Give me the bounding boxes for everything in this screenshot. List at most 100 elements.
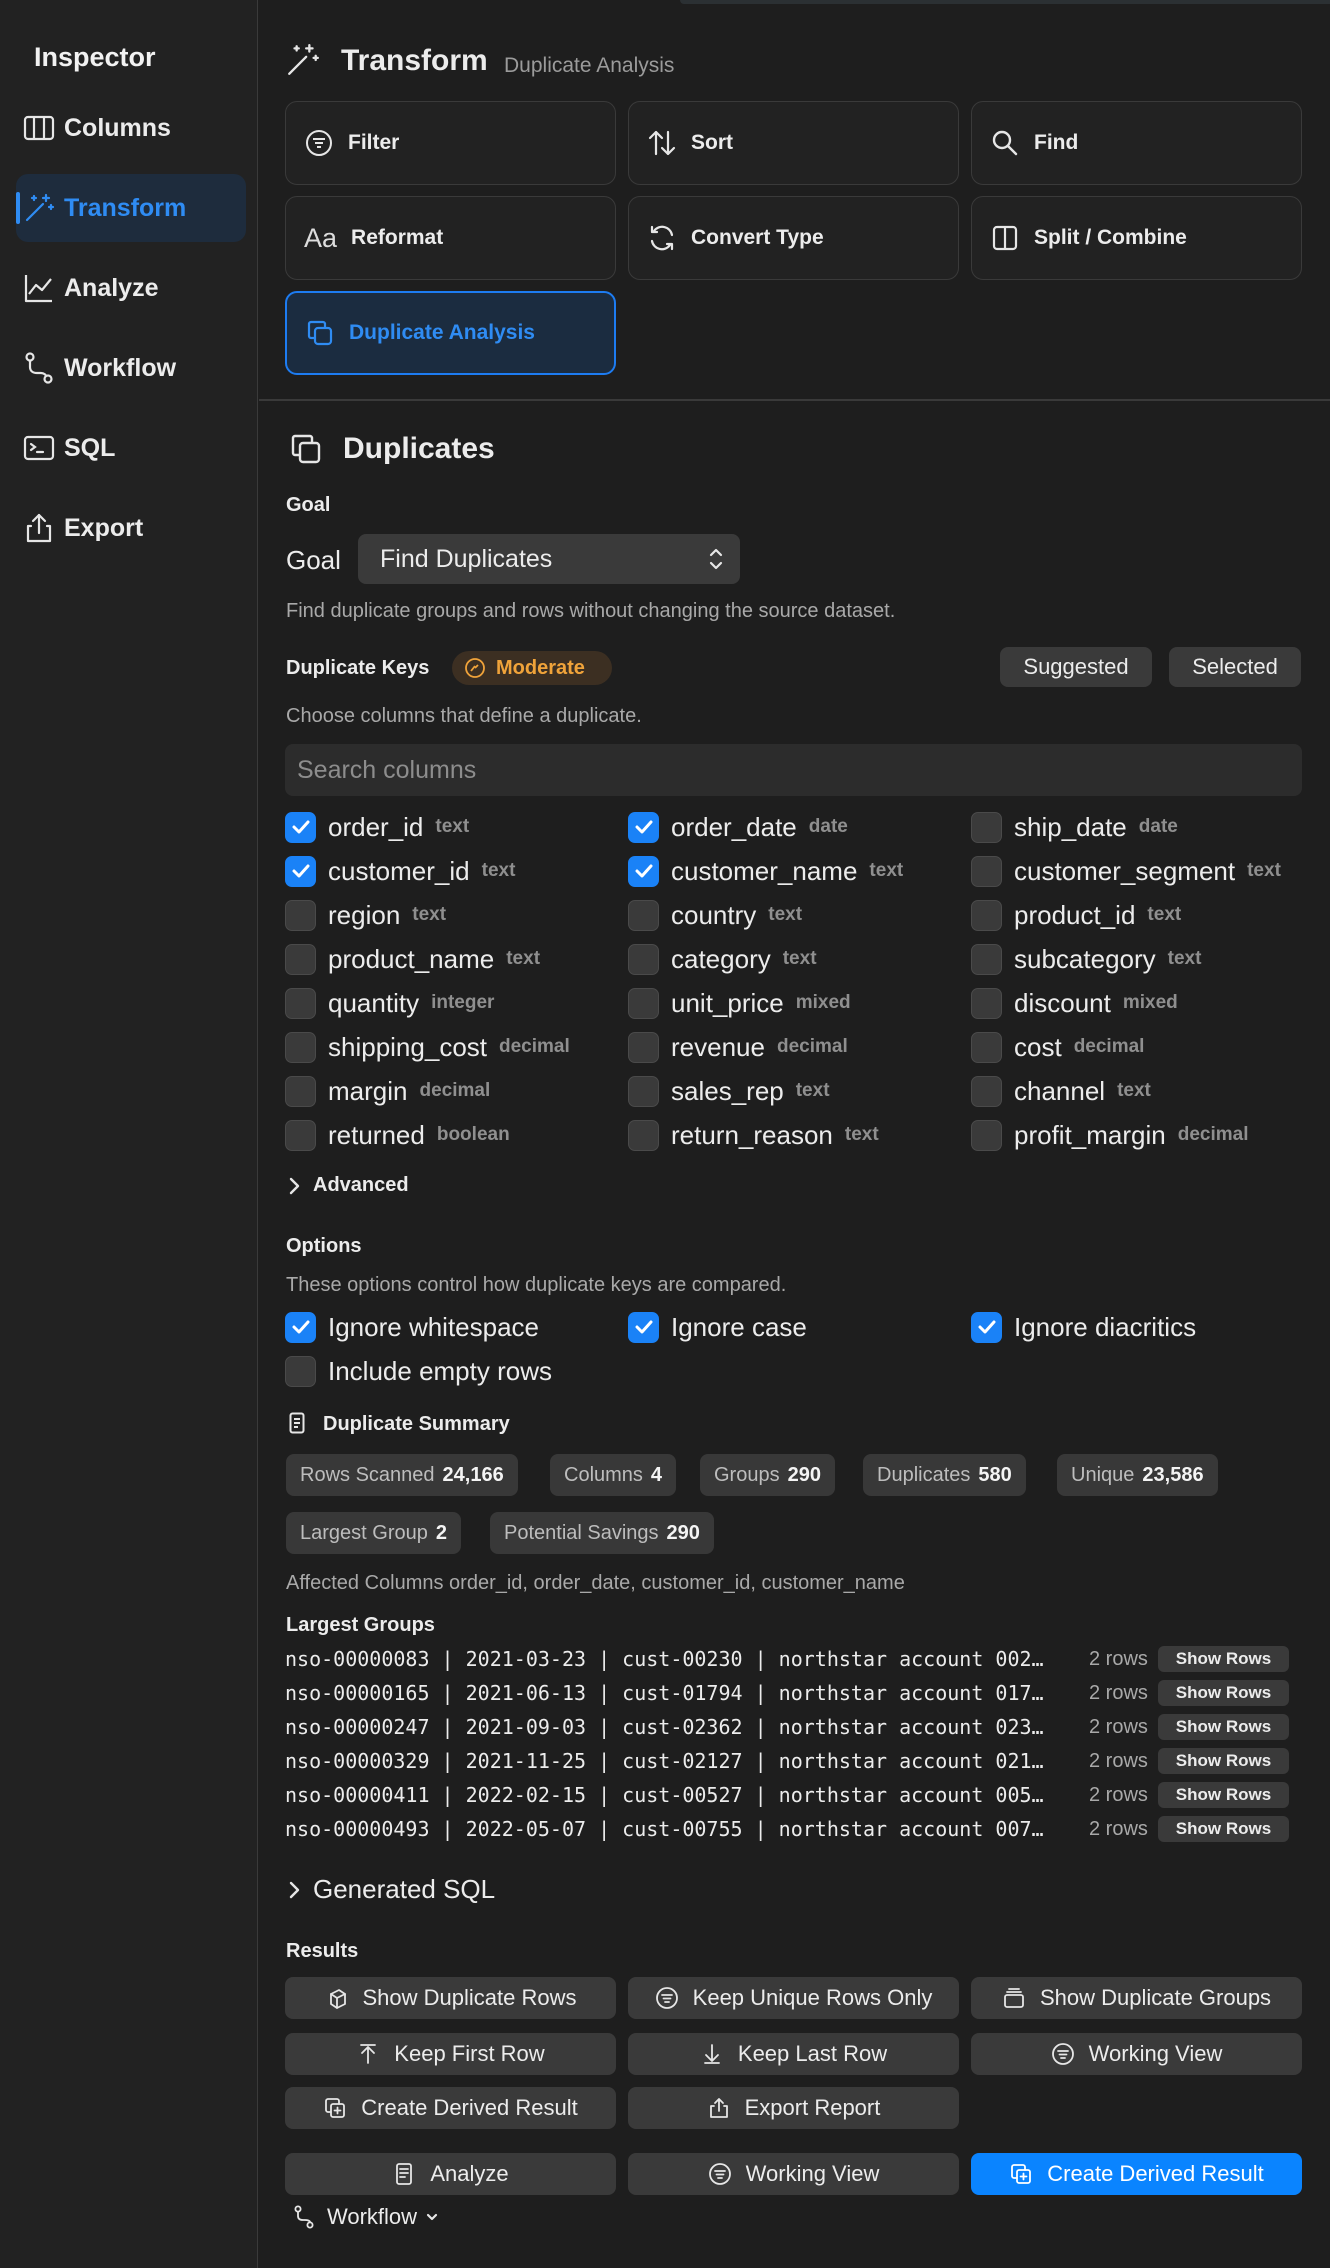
show-rows-button[interactable]: Show Rows <box>1158 1646 1289 1672</box>
column-checkbox-order-id[interactable]: order_id text <box>285 810 469 844</box>
goal-select[interactable]: Find Duplicates <box>358 534 740 584</box>
column-checkbox-unit-price[interactable]: unit_price mixed <box>628 986 851 1020</box>
stat-key: Duplicates <box>877 1463 971 1486</box>
column-checkbox-customer-segment[interactable]: customer_segment text <box>971 854 1281 888</box>
checkbox[interactable] <box>628 1311 659 1343</box>
checkbox[interactable] <box>971 855 1002 887</box>
checkbox[interactable] <box>971 899 1002 931</box>
column-checkbox-return-reason[interactable]: return_reason text <box>628 1118 879 1152</box>
stat-value: 580 <box>978 1463 1012 1486</box>
column-checkbox-customer-name[interactable]: customer_name text <box>628 854 903 888</box>
option-checkbox-include-empty-rows[interactable]: Include empty rows <box>285 1354 552 1388</box>
sidebar-item-analyze[interactable]: Analyze <box>16 254 246 322</box>
column-checkbox-ship-date[interactable]: ship_date date <box>971 810 1178 844</box>
duplicate-analysis-button[interactable]: Duplicate Analysis <box>285 291 616 375</box>
checkbox[interactable] <box>285 811 316 843</box>
checkbox[interactable] <box>285 943 316 975</box>
column-checkbox-revenue[interactable]: revenue decimal <box>628 1030 848 1064</box>
checkbox[interactable] <box>285 987 316 1019</box>
checkbox[interactable] <box>285 899 316 931</box>
option-checkbox-ignore-case[interactable]: Ignore case <box>628 1310 807 1344</box>
checkbox[interactable] <box>971 1075 1002 1107</box>
column-checkbox-region[interactable]: region text <box>285 898 446 932</box>
column-checkbox-sales-rep[interactable]: sales_rep text <box>628 1074 830 1108</box>
duplicate-keys-label: Duplicate Keys <box>286 657 430 679</box>
column-name: country <box>671 899 757 930</box>
checkbox[interactable] <box>285 1119 316 1151</box>
footer-button-analyze[interactable]: Analyze <box>285 2153 616 2195</box>
column-checkbox-quantity[interactable]: quantity integer <box>285 986 494 1020</box>
column-checkbox-shipping-cost[interactable]: shipping_cost decimal <box>285 1030 570 1064</box>
column-checkbox-subcategory[interactable]: subcategory text <box>971 942 1201 976</box>
sidebar-item-workflow[interactable]: Workflow <box>16 334 246 402</box>
show-rows-button[interactable]: Show Rows <box>1158 1748 1289 1774</box>
checkbox[interactable] <box>971 943 1002 975</box>
checkbox[interactable] <box>285 1075 316 1107</box>
checkbox[interactable] <box>285 1031 316 1063</box>
columns-icon <box>23 115 55 141</box>
sidebar-item-transform[interactable]: Transform <box>16 174 246 242</box>
generated-sql-disclosure[interactable]: Generated SQL <box>287 1874 495 1905</box>
result-button-keep-last-row[interactable]: Keep Last Row <box>628 2033 959 2075</box>
find-button[interactable]: Find <box>971 101 1302 185</box>
advanced-disclosure[interactable]: Advanced <box>287 1174 409 1197</box>
column-checkbox-country[interactable]: country text <box>628 898 802 932</box>
checkbox[interactable] <box>628 1075 659 1107</box>
checkbox[interactable] <box>971 811 1002 843</box>
column-checkbox-profit-margin[interactable]: profit_margin decimal <box>971 1118 1249 1152</box>
checkbox[interactable] <box>971 1119 1002 1151</box>
convert-type-button[interactable]: Convert Type <box>628 196 959 280</box>
checkbox[interactable] <box>628 899 659 931</box>
suggested-button[interactable]: Suggested <box>1000 647 1152 687</box>
show-rows-button[interactable]: Show Rows <box>1158 1714 1289 1740</box>
column-type: text <box>1147 904 1182 925</box>
sidebar-item-sql[interactable]: SQL <box>16 414 246 482</box>
footer-button-working-view[interactable]: Working View <box>628 2153 959 2195</box>
column-checkbox-margin[interactable]: margin decimal <box>285 1074 490 1108</box>
search-columns-input[interactable]: Search columns <box>285 744 1302 796</box>
column-checkbox-discount[interactable]: discount mixed <box>971 986 1178 1020</box>
column-checkbox-channel[interactable]: channel text <box>971 1074 1151 1108</box>
sort-button[interactable]: Sort <box>628 101 959 185</box>
show-rows-button[interactable]: Show Rows <box>1158 1782 1289 1808</box>
checkbox[interactable] <box>971 1311 1002 1343</box>
checkbox[interactable] <box>628 1119 659 1151</box>
result-button-show-duplicate-rows[interactable]: Show Duplicate Rows <box>285 1977 616 2019</box>
workflow-menu-button[interactable]: Workflow <box>293 2204 439 2230</box>
filter-button[interactable]: Filter <box>285 101 616 185</box>
column-checkbox-category[interactable]: category text <box>628 942 817 976</box>
checkbox[interactable] <box>628 987 659 1019</box>
result-button-show-duplicate-groups[interactable]: Show Duplicate Groups <box>971 1977 1302 2019</box>
checkbox[interactable] <box>285 1311 316 1343</box>
checkbox[interactable] <box>628 1031 659 1063</box>
show-rows-button[interactable]: Show Rows <box>1158 1816 1289 1842</box>
column-name: unit_price <box>671 987 784 1018</box>
result-button-working-view[interactable]: Working View <box>971 2033 1302 2075</box>
option-checkbox-ignore-diacritics[interactable]: Ignore diacritics <box>971 1310 1196 1344</box>
selected-button[interactable]: Selected <box>1169 647 1301 687</box>
split-combine-button[interactable]: Split / Combine <box>971 196 1302 280</box>
result-button-keep-first-row[interactable]: Keep First Row <box>285 2033 616 2075</box>
sidebar-item-export[interactable]: Export <box>16 494 246 562</box>
checkbox[interactable] <box>285 855 316 887</box>
column-checkbox-customer-id[interactable]: customer_id text <box>285 854 515 888</box>
sidebar-item-columns[interactable]: Columns <box>16 94 246 162</box>
checkbox[interactable] <box>285 1355 316 1387</box>
result-button-export-report[interactable]: Export Report <box>628 2087 959 2129</box>
checkbox[interactable] <box>628 943 659 975</box>
column-checkbox-product-name[interactable]: product_name text <box>285 942 540 976</box>
checkbox[interactable] <box>971 987 1002 1019</box>
column-checkbox-order-date[interactable]: order_date date <box>628 810 848 844</box>
result-button-keep-unique-rows-only[interactable]: Keep Unique Rows Only <box>628 1977 959 2019</box>
option-checkbox-ignore-whitespace[interactable]: Ignore whitespace <box>285 1310 539 1344</box>
column-checkbox-cost[interactable]: cost decimal <box>971 1030 1144 1064</box>
column-checkbox-product-id[interactable]: product_id text <box>971 898 1181 932</box>
checkbox[interactable] <box>628 811 659 843</box>
reformat-button[interactable]: Aa Reformat <box>285 196 616 280</box>
column-checkbox-returned[interactable]: returned boolean <box>285 1118 510 1152</box>
checkbox[interactable] <box>971 1031 1002 1063</box>
show-rows-button[interactable]: Show Rows <box>1158 1680 1289 1706</box>
footer-button-create-derived-result[interactable]: Create Derived Result <box>971 2153 1302 2195</box>
checkbox[interactable] <box>628 855 659 887</box>
result-button-create-derived-result[interactable]: Create Derived Result <box>285 2087 616 2129</box>
